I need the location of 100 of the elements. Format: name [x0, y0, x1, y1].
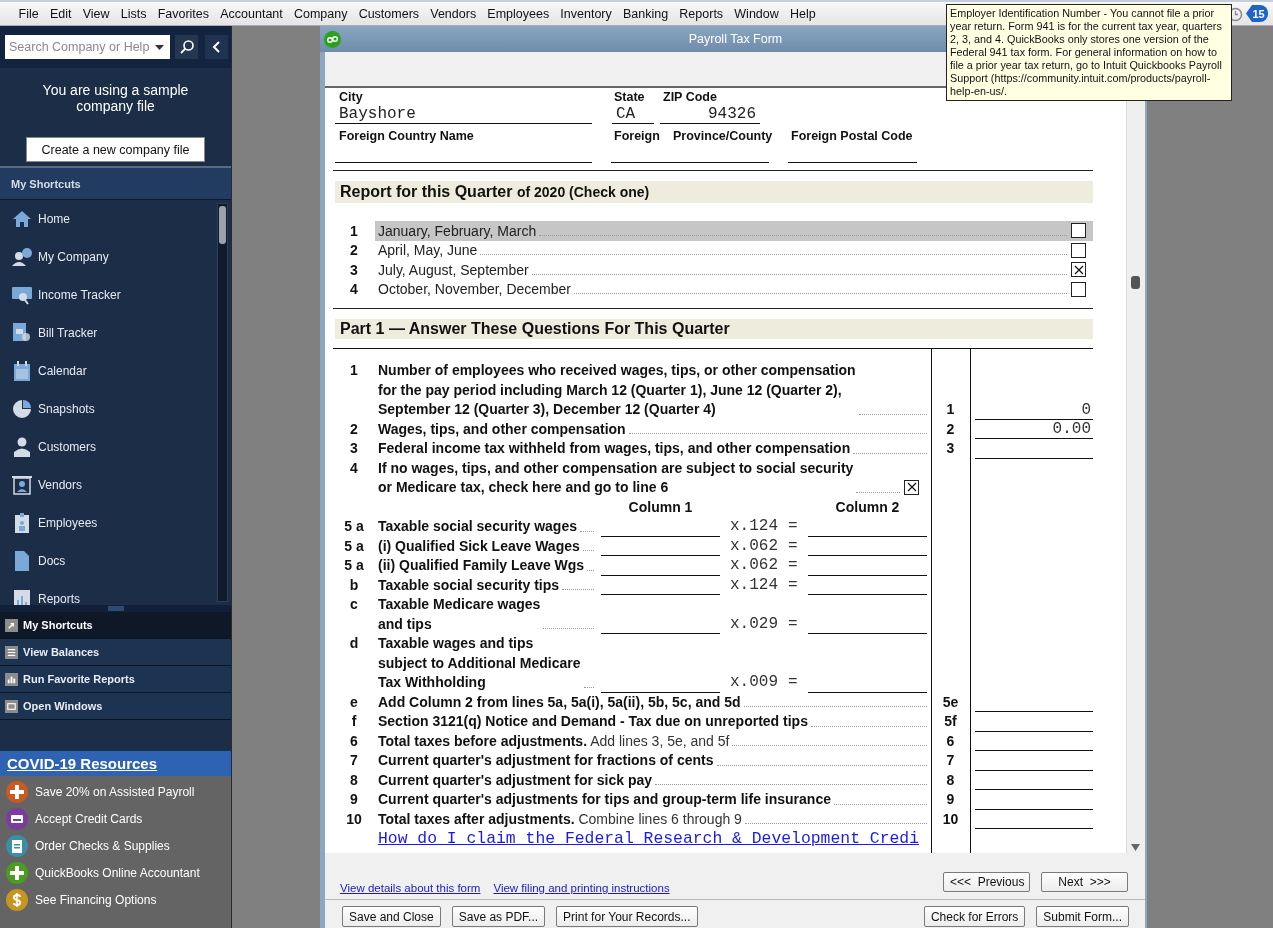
shortcut-item[interactable]: Docs: [0, 542, 217, 580]
shortcut-item[interactable]: Customers: [0, 428, 217, 466]
bar-chart-icon: [5, 672, 18, 686]
nav-tab[interactable]: Open Windows: [0, 693, 231, 720]
menu-item[interactable]: View: [77, 6, 116, 21]
checkbox[interactable]: [1071, 223, 1086, 239]
nav-tab[interactable]: My Shortcuts: [0, 612, 231, 639]
menu-item[interactable]: Edit: [44, 6, 78, 21]
menu-item[interactable]: Employees: [481, 6, 555, 21]
help-link[interactable]: View details about this form: [340, 882, 481, 894]
box-number: 7: [945, 751, 956, 770]
list-icon: [5, 645, 18, 659]
quarter-option[interactable]: October, November, December: [375, 279, 1093, 299]
shortcut-item[interactable]: Bill Tracker: [0, 314, 217, 352]
line-label: If no wages, tips, and other compensation are subject to social security or Medicare tax, check here and go to line 6: [378, 458, 854, 497]
menu-item[interactable]: Vendors: [424, 6, 482, 21]
box-number: 9: [945, 790, 956, 809]
shortcut-item[interactable]: Income Tracker: [0, 276, 217, 314]
menu-item[interactable]: Customers: [353, 6, 425, 21]
shortcut-item[interactable]: Employees: [0, 504, 217, 542]
scroll-thumb[interactable]: [219, 206, 226, 244]
state-field[interactable]: CA: [612, 105, 654, 124]
action-button[interactable]: Check for Errors: [923, 906, 1026, 927]
menu-item[interactable]: Banking: [617, 6, 674, 21]
line-label: Current quarter's adjustment for sick pay: [378, 770, 653, 790]
caret-icon[interactable]: [155, 44, 164, 50]
resource-link[interactable]: Order Checks & Supplies: [35, 838, 170, 853]
menu-item[interactable]: Lists: [115, 6, 153, 21]
shortcut-item[interactable]: Home: [0, 200, 217, 238]
line-number: 1: [349, 361, 359, 380]
line-number: 5 a: [343, 556, 365, 575]
field-label: Foreign: [614, 129, 661, 143]
dot-leader: [583, 686, 594, 688]
box-number: 6: [945, 731, 956, 751]
create-company-button[interactable]: Create a new company file: [26, 137, 205, 162]
help-link[interactable]: View filing and printing instructions: [493, 882, 670, 894]
action-button[interactable]: Save as PDF...: [451, 906, 546, 927]
quarter-label: January, February, March: [378, 222, 537, 239]
search-button[interactable]: [175, 35, 198, 59]
menu-item[interactable]: Reports: [673, 6, 729, 21]
resource-link[interactable]: Save 20% on Assisted Payroll: [35, 784, 195, 799]
shortcut-item[interactable]: Snapshots: [0, 390, 217, 428]
nav-tab[interactable]: View Balances: [0, 639, 231, 666]
dot-leader: [562, 589, 594, 590]
checkbox[interactable]: [1071, 242, 1086, 258]
resource-link[interactable]: See Financing Options: [35, 892, 157, 907]
search-field[interactable]: Search Company or Help: [5, 35, 170, 59]
menu-item[interactable]: Company: [288, 6, 354, 21]
action-button[interactable]: Submit Form...: [1036, 906, 1129, 927]
amount-field[interactable]: 0.00: [975, 420, 1093, 439]
menu-item[interactable]: Favorites: [152, 6, 215, 21]
collapse-button[interactable]: [205, 35, 228, 59]
splitter-handle[interactable]: [107, 606, 124, 611]
quarter-option[interactable]: April, May, June: [375, 240, 1093, 260]
quarter-label: July, August, September: [378, 261, 529, 278]
checkbox[interactable]: [1071, 281, 1086, 297]
nav-button[interactable]: <<< Previous: [943, 872, 1030, 892]
line-label: Taxable wages and tips subject to Additional Medicare Tax Withholding: [378, 634, 581, 692]
amount-field[interactable]: 0: [975, 400, 1093, 420]
scroll-thumb[interactable]: [1131, 276, 1140, 289]
menu-item[interactable]: File: [13, 6, 45, 21]
shortcut-item[interactable]: Calendar: [0, 352, 217, 390]
logo-icon: [324, 30, 341, 48]
action-button[interactable]: Print for Your Records...: [556, 906, 698, 927]
column-header: Column 2: [834, 497, 901, 517]
nav-tab[interactable]: Run Favorite Reports: [0, 666, 231, 693]
resource-link[interactable]: QuickBooks Online Accountant: [35, 865, 200, 880]
shortcut-item[interactable]: Vendors: [0, 466, 217, 504]
action-button[interactable]: Save and Close: [342, 906, 441, 927]
resource-link[interactable]: Accept Credit Cards: [35, 811, 143, 826]
menu-item[interactable]: Help: [784, 6, 822, 21]
field-label: Foreign Postal Code: [791, 129, 913, 143]
bar-chart-icon: [11, 588, 33, 605]
nav-button[interactable]: Next >>>: [1041, 872, 1128, 892]
window-title: Payroll Tax Form: [688, 32, 783, 46]
line-number: c: [349, 595, 359, 614]
portrait-icon: [11, 474, 33, 496]
dot-leader: [579, 530, 594, 532]
field-label: ZIP Code: [663, 90, 717, 104]
menu-item[interactable]: Window: [728, 6, 785, 21]
rate-label: x.062: [730, 556, 779, 576]
help-link[interactable]: How do I claim the Federal Research & Development Credi: [378, 829, 919, 849]
line-label: (i) Qualified Sick Leave Wages: [378, 536, 580, 556]
rate-label: x.124: [730, 575, 779, 595]
quarter-option[interactable]: January, February, March: [375, 221, 1093, 241]
quarter-option[interactable]: July, August, September: [375, 260, 1093, 280]
scrollbar[interactable]: [217, 203, 228, 602]
checkbox[interactable]: [904, 479, 919, 495]
menu-item[interactable]: Inventory: [554, 6, 618, 21]
box-number: 3: [945, 439, 956, 458]
search-icon: [178, 39, 195, 55]
shortcut-item[interactable]: My Company: [0, 238, 217, 276]
checkbox[interactable]: [1071, 262, 1086, 278]
menu-item[interactable]: Accountant: [214, 6, 289, 21]
box-number: 5f: [943, 712, 958, 731]
zip-field[interactable]: 94326: [660, 105, 760, 124]
line-number: 8: [349, 770, 359, 790]
line-label: Add Column 2 from lines 5a, 5a(i), 5a(ii), 5b, 5c, and 5d: [378, 692, 741, 712]
city-field[interactable]: Bayshore: [335, 105, 592, 124]
down-arrow-icon[interactable]: [1131, 844, 1140, 851]
